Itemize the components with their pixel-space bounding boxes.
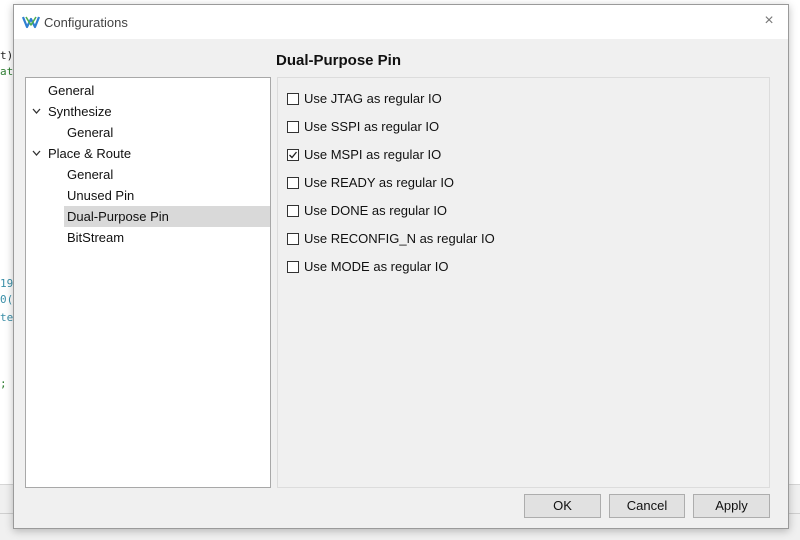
sspi-checkbox[interactable]: Use SSPI as regular IO — [287, 118, 439, 136]
page-title: Dual-Purpose Pin — [276, 52, 402, 69]
tree-item-label: Dual-Purpose Pin — [67, 209, 169, 224]
tree-item-place-route-general[interactable]: General — [26, 164, 270, 185]
option-label: Use SSPI as regular IO — [304, 119, 440, 134]
code-fragment: t) — [0, 49, 14, 62]
code-fragment: 19 — [0, 277, 14, 290]
code-fragment: 0( — [0, 293, 14, 306]
window-title: Configurations — [44, 15, 128, 30]
title-bar[interactable]: Configurations × — [14, 5, 788, 39]
code-fragment: ; — [0, 377, 7, 390]
tree-item-label: Place & Route — [48, 146, 132, 161]
tree-item-bitstream[interactable]: BitStream — [26, 227, 270, 248]
checkbox-unchecked-icon[interactable] — [287, 120, 299, 133]
tree-item-label: General — [48, 83, 95, 98]
option-label: Use MODE as regular IO — [304, 259, 449, 274]
code-fragment: at — [0, 65, 14, 78]
checkbox-unchecked-icon[interactable] — [287, 176, 299, 189]
background-code-editor: t) at 19 0( te ; — [0, 0, 14, 540]
configurations-dialog: Configurations × General Synthesize Gene… — [13, 4, 789, 529]
tree-item-label: General — [67, 125, 114, 140]
option-label: Use JTAG as regular IO — [304, 91, 442, 106]
ready-checkbox[interactable]: Use READY as regular IO — [287, 174, 454, 192]
option-label: Use DONE as regular IO — [304, 203, 448, 218]
tree-item-synthesize-general[interactable]: General — [26, 122, 270, 143]
checkbox-checked-icon[interactable] — [287, 148, 299, 161]
code-fragment: te — [0, 311, 14, 324]
checkbox-unchecked-icon[interactable] — [287, 232, 299, 245]
checkbox-unchecked-icon[interactable] — [287, 92, 299, 105]
gowin-logo-icon — [21, 14, 41, 30]
option-label: Use RECONFIG_N as regular IO — [304, 231, 495, 246]
tree-item-label: Synthesize — [48, 104, 112, 119]
tree-item-label: Unused Pin — [67, 188, 135, 203]
option-label: Use MSPI as regular IO — [304, 147, 442, 162]
cancel-button[interactable]: Cancel — [609, 494, 685, 518]
settings-tree: General Synthesize General Place & Route… — [25, 77, 271, 488]
jtag-checkbox[interactable]: Use JTAG as regular IO — [287, 90, 442, 108]
option-label: Use READY as regular IO — [304, 175, 455, 190]
mspi-checkbox[interactable]: Use MSPI as regular IO — [287, 146, 441, 164]
tree-item-general[interactable]: General — [26, 80, 270, 101]
tree-item-label: BitStream — [67, 230, 125, 245]
ok-button[interactable]: OK — [524, 494, 601, 518]
tree-item-unused-pin[interactable]: Unused Pin — [26, 185, 270, 206]
apply-button[interactable]: Apply — [693, 494, 770, 518]
options-panel: Use JTAG as regular IO Use SSPI as regul… — [277, 77, 770, 488]
close-icon[interactable]: × — [760, 12, 778, 30]
tree-item-place-route[interactable]: Place & Route — [26, 143, 270, 164]
done-checkbox[interactable]: Use DONE as regular IO — [287, 202, 447, 220]
tree-item-label: General — [67, 167, 114, 182]
checkbox-unchecked-icon[interactable] — [287, 260, 299, 273]
tree-item-dual-purpose-pin[interactable]: Dual-Purpose Pin — [64, 206, 270, 227]
checkbox-unchecked-icon[interactable] — [287, 204, 299, 217]
mode-checkbox[interactable]: Use MODE as regular IO — [287, 258, 449, 276]
reconfig-n-checkbox[interactable]: Use RECONFIG_N as regular IO — [287, 230, 495, 248]
tree-item-synthesize[interactable]: Synthesize — [26, 101, 270, 122]
